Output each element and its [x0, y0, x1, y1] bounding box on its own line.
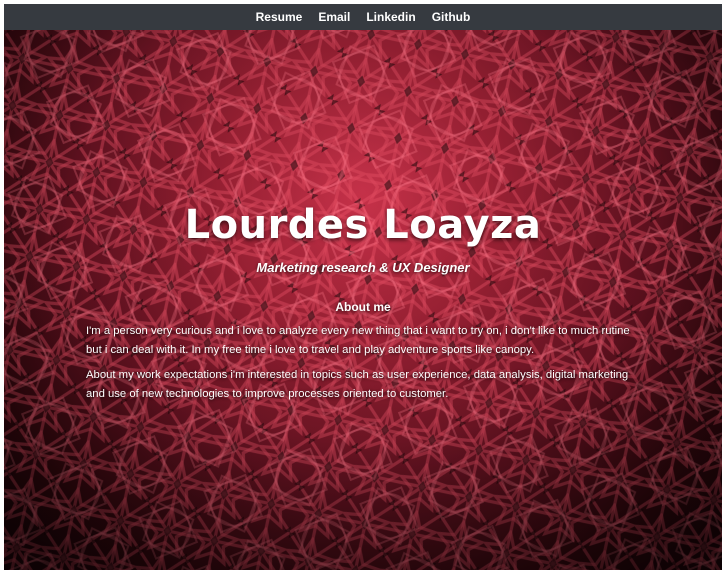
about-paragraph: I'm a person very curious and i love to … [86, 325, 630, 356]
browser-viewport: Resume Email Linkedin Github Lourdes Loa… [4, 4, 722, 570]
nav-link-resume[interactable]: Resume [256, 10, 303, 24]
nav-link-linkedin[interactable]: Linkedin [366, 10, 415, 24]
top-navbar: Resume Email Linkedin Github [4, 4, 722, 30]
about-paragraph: About my work expectations i'm intereste… [86, 369, 629, 400]
page-title: Lourdes Loayza [184, 202, 542, 248]
page-subtitle: Marketing research & UX Designer [256, 260, 470, 275]
hero-content: Lourdes Loayza Marketing research & UX D… [4, 30, 722, 570]
nav-link-email[interactable]: Email [318, 10, 350, 24]
about-heading: About me [335, 300, 391, 314]
nav-link-github[interactable]: Github [432, 10, 471, 24]
hero-section: Lourdes Loayza Marketing research & UX D… [4, 30, 722, 570]
